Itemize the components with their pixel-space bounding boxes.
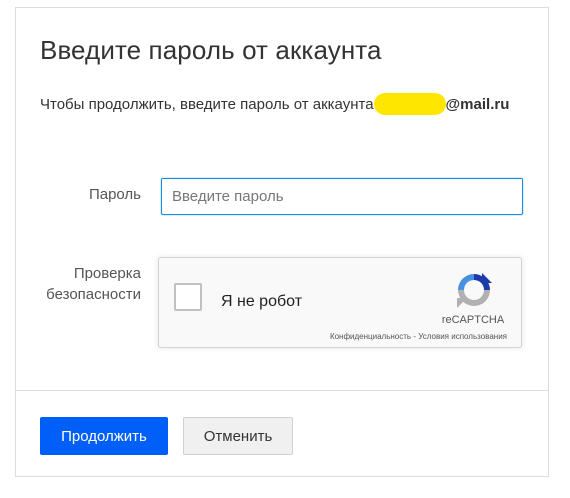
recaptcha-links: Конфиденциальность - Условия использован…	[330, 332, 507, 341]
continue-button[interactable]: Продолжить	[40, 417, 168, 455]
security-check-label: Проверка безопасности	[40, 263, 141, 305]
recaptcha-terms-link[interactable]: Условия использования	[418, 332, 507, 341]
recaptcha-logo-icon	[457, 273, 492, 308]
security-label-line1: Проверка	[73, 265, 141, 282]
footer-divider	[16, 390, 548, 391]
recaptcha-widget: Я не робот reCAPTCHA Конфиденциальность …	[158, 257, 522, 348]
redacted-email-username	[373, 93, 446, 115]
recaptcha-brand: reCAPTCHA	[441, 314, 505, 326]
subtitle-text: Чтобы продолжить, введите пароль от акка…	[40, 96, 374, 113]
recaptcha-checkbox-label: Я не робот	[221, 293, 303, 310]
password-label: Пароль	[88, 186, 141, 203]
cancel-button[interactable]: Отменить	[183, 417, 293, 455]
dialog-subtitle: Чтобы продолжить, введите пароль от акка…	[40, 93, 509, 115]
subtitle-email-domain: @mail.ru	[445, 96, 510, 113]
security-label-line2: безопасности	[46, 286, 141, 303]
login-dialog: Введите пароль от аккаунта Чтобы продолж…	[15, 7, 549, 477]
password-input[interactable]	[161, 178, 523, 215]
dialog-title: Введите пароль от аккаунта	[40, 35, 382, 65]
recaptcha-privacy-link[interactable]: Конфиденциальность	[330, 332, 411, 341]
recaptcha-checkbox[interactable]	[174, 283, 202, 311]
